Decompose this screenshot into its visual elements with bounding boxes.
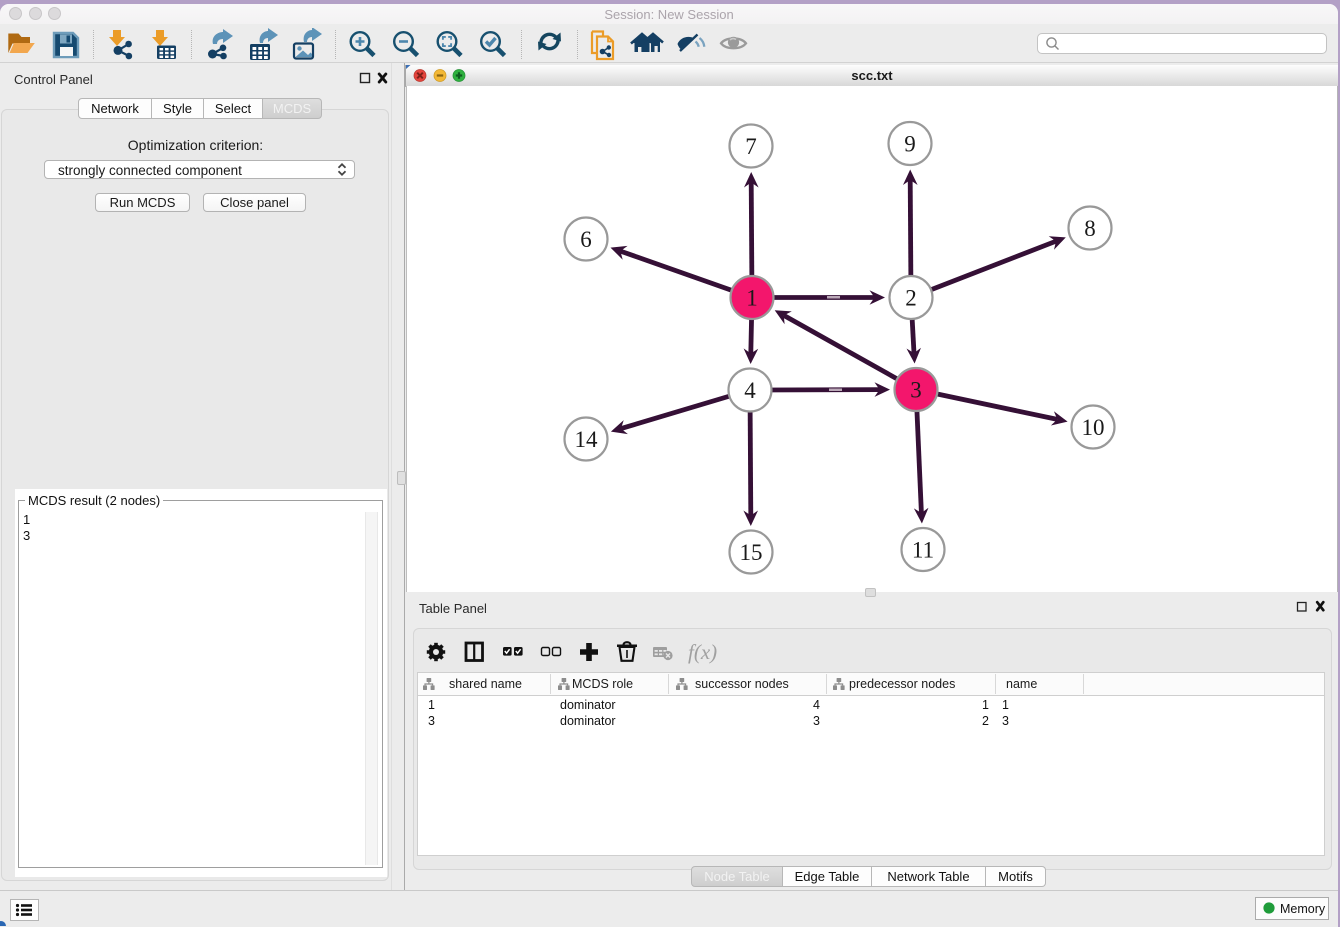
svg-text:7: 7 xyxy=(745,134,757,159)
svg-text:1: 1 xyxy=(746,286,758,311)
svg-text:8: 8 xyxy=(1084,216,1096,241)
svg-text:3: 3 xyxy=(910,378,922,403)
svg-text:f(x): f(x) xyxy=(688,640,717,664)
svg-text:2: 2 xyxy=(905,286,917,311)
svg-text:9: 9 xyxy=(904,132,916,157)
svg-text:4: 4 xyxy=(744,378,756,403)
svg-text:6: 6 xyxy=(580,227,592,252)
svg-text:11: 11 xyxy=(912,538,934,563)
svg-text:14: 14 xyxy=(575,427,599,452)
svg-text:10: 10 xyxy=(1082,415,1105,440)
svg-text:15: 15 xyxy=(740,540,763,565)
